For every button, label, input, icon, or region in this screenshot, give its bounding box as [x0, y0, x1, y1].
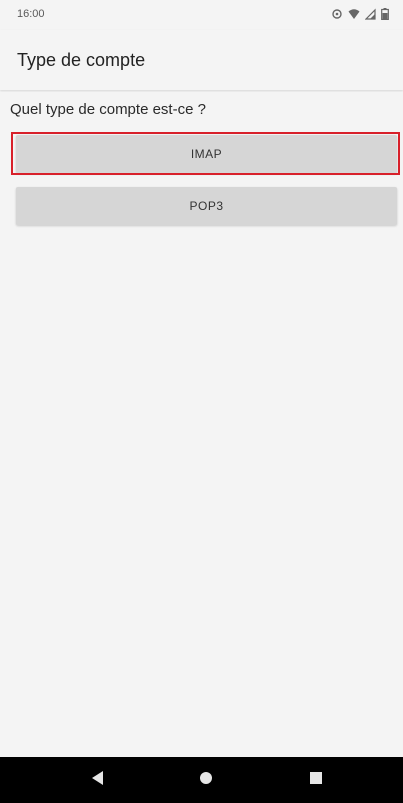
status-time: 16:00	[17, 8, 45, 20]
battery-icon	[381, 7, 389, 25]
recents-button[interactable]	[286, 757, 346, 803]
imap-button[interactable]: IMAP	[16, 135, 397, 173]
pop3-button[interactable]: POP3	[16, 187, 397, 225]
status-bar: 16:00	[0, 0, 403, 30]
sync-icon	[331, 7, 343, 25]
recents-icon	[310, 771, 322, 789]
app-bar: Type de compte	[0, 30, 403, 90]
account-type-question: Quel type de compte est-ce ?	[10, 101, 206, 118]
home-icon	[199, 771, 213, 790]
screen: 16:00 Type de compte Quel type de compte…	[0, 0, 403, 803]
page-title: Type de compte	[17, 50, 146, 70]
status-icons	[331, 7, 389, 25]
account-type-content: Quel type de compte est-ce ? IMAP POP3	[0, 92, 403, 757]
wifi-icon	[348, 7, 360, 25]
back-icon	[92, 770, 104, 790]
navigation-bar	[0, 757, 403, 803]
back-button[interactable]	[68, 757, 128, 803]
signal-icon	[364, 7, 376, 25]
home-button[interactable]	[176, 757, 236, 803]
